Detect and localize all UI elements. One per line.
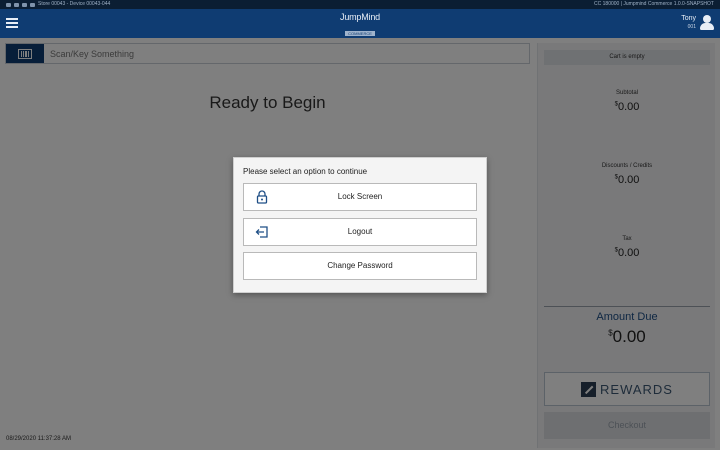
logo-main-text: JumpMind bbox=[340, 12, 380, 22]
change-password-option[interactable]: Change Password bbox=[243, 252, 477, 280]
status-bar-left: Store 00043 - Device 00043-044 bbox=[6, 0, 110, 9]
change-password-label: Change Password bbox=[327, 261, 393, 270]
logout-icon bbox=[255, 226, 268, 238]
wifi-icon bbox=[6, 2, 11, 7]
user-menu[interactable]: Tony 001 bbox=[681, 14, 714, 31]
logout-option[interactable]: Logout bbox=[243, 218, 477, 246]
lock-icon bbox=[256, 190, 268, 204]
logo-sub-text: COMMERCE bbox=[345, 31, 375, 36]
version-info: CC 180000 | Jumpmind Commerce 1.0.0-SNAP… bbox=[594, 1, 714, 7]
hamburger-menu-icon[interactable] bbox=[6, 18, 18, 28]
store-device-info: Store 00043 - Device 00043-044 bbox=[38, 1, 111, 7]
lock-screen-option[interactable]: Lock Screen bbox=[243, 183, 477, 211]
app-header: JumpMind COMMERCE Tony 001 bbox=[0, 9, 720, 38]
options-dialog: Please select an option to continue Lock… bbox=[233, 157, 487, 293]
system-status-bar: Store 00043 - Device 00043-044 CC 180000… bbox=[0, 0, 720, 9]
user-name: Tony bbox=[681, 15, 696, 22]
user-id: 001 bbox=[687, 24, 696, 30]
user-avatar-icon[interactable] bbox=[700, 14, 714, 30]
network-icon bbox=[14, 2, 19, 7]
app-logo: JumpMind COMMERCE bbox=[336, 12, 384, 40]
lock-screen-label: Lock Screen bbox=[337, 192, 383, 201]
logout-label: Logout bbox=[347, 227, 373, 236]
printer-icon bbox=[22, 2, 27, 7]
cash-drawer-icon bbox=[30, 2, 35, 7]
dialog-title: Please select an option to continue bbox=[243, 167, 368, 176]
